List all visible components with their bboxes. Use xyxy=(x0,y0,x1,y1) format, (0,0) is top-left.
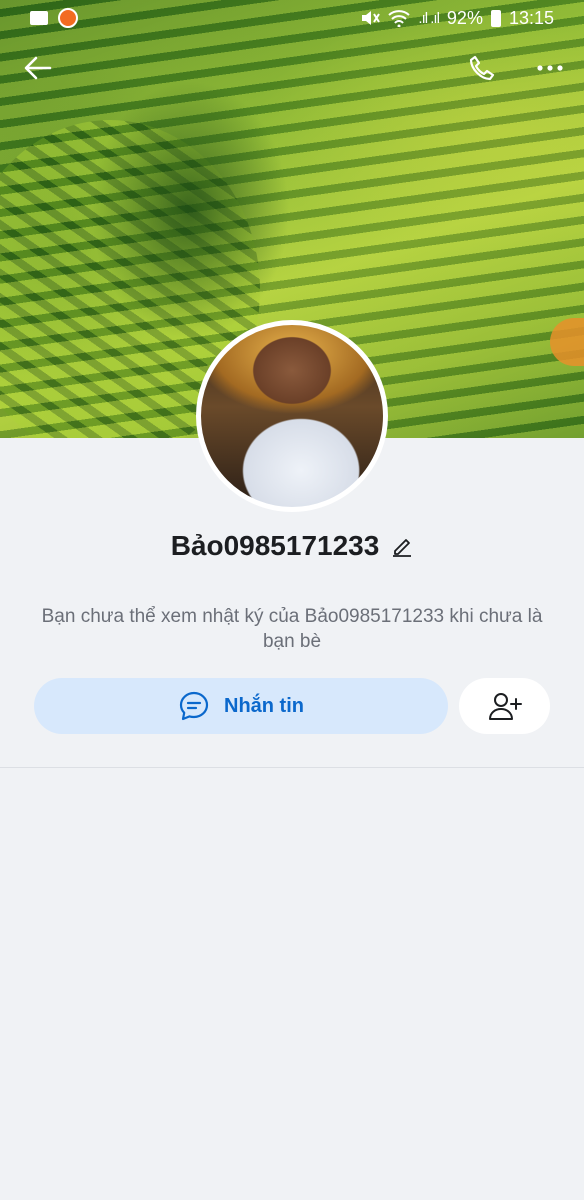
folder-icon xyxy=(30,11,48,25)
more-button[interactable] xyxy=(530,48,570,88)
message-button[interactable]: Nhắn tin xyxy=(34,678,448,734)
friend-only-notice: Bạn chưa thể xem nhật ký của Bảo09851712… xyxy=(41,606,543,652)
back-arrow-icon xyxy=(24,56,52,80)
add-friend-button[interactable] xyxy=(459,678,550,734)
battery-icon xyxy=(490,9,501,27)
wifi-icon xyxy=(388,10,411,27)
avatar[interactable] xyxy=(196,320,388,512)
mute-icon xyxy=(362,11,381,25)
display-name: Bảo0985171233 xyxy=(170,530,380,561)
status-bar: .ıl .ıl 92% 13:15 xyxy=(0,0,584,36)
signal-icon: .ıl .ıl xyxy=(418,9,439,27)
back-button[interactable] xyxy=(18,48,58,88)
message-label: Nhắn tin xyxy=(224,694,304,717)
add-user-icon xyxy=(488,693,522,720)
clock: 13:15 xyxy=(508,7,554,28)
divider xyxy=(0,767,584,768)
more-dots-icon xyxy=(537,65,563,71)
phone-icon xyxy=(469,55,495,81)
screen-record-icon xyxy=(58,8,78,28)
pencil-icon[interactable] xyxy=(391,535,413,557)
name-row: Bảo0985171233 xyxy=(0,530,584,562)
cover-forest xyxy=(90,80,290,340)
call-button[interactable] xyxy=(462,48,502,88)
chat-bubble-icon xyxy=(179,691,209,721)
battery-percent: 92% xyxy=(446,7,483,28)
